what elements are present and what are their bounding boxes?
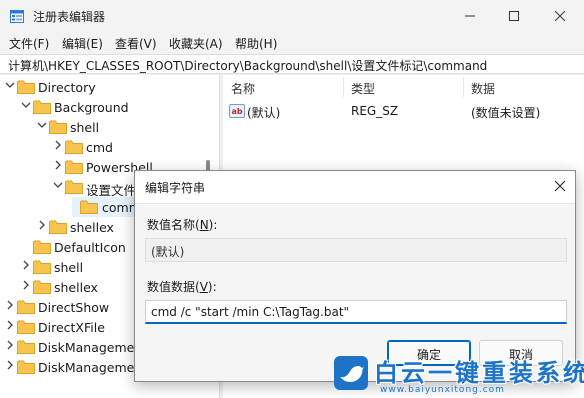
- tree-item-label: DefaultIcon: [54, 240, 126, 255]
- chevron-down-icon[interactable]: [20, 99, 32, 111]
- column-header-type[interactable]: 类型: [351, 75, 375, 99]
- chevron-right-icon[interactable]: [20, 279, 32, 291]
- tree-item-label: shellex: [54, 280, 98, 295]
- address-path[interactable]: 计算机\HKEY_CLASSES_ROOT\Directory\Backgrou…: [8, 57, 487, 74]
- menu-edit[interactable]: 编辑(E): [62, 35, 103, 52]
- folder-icon: [17, 300, 35, 314]
- close-icon[interactable]: [553, 179, 567, 193]
- column-header-data[interactable]: 数据: [471, 75, 495, 99]
- dialog-title: 编辑字符串: [145, 181, 206, 195]
- folder-icon: [65, 180, 83, 194]
- tree-item-label: shell: [70, 120, 100, 135]
- watermark: 白云一键重装系统 www.baiyunxitong.com: [330, 352, 584, 398]
- folder-icon: [17, 360, 35, 374]
- folder-icon: [49, 120, 67, 134]
- chevron-right-icon[interactable]: [4, 359, 16, 371]
- folder-icon: [17, 320, 35, 334]
- registry-app-icon: [10, 10, 24, 23]
- tree-item-label: DiskManagemen: [38, 360, 143, 375]
- chevron-right-icon[interactable]: [4, 299, 16, 311]
- tree-item-label: shellex: [70, 220, 114, 235]
- tree-item-label: shell: [54, 260, 84, 275]
- watermark-title: 白云一键重装系统: [374, 359, 584, 387]
- tree-item-label: cmd: [86, 140, 113, 155]
- watermark-url: www.baiyunxitong.com: [380, 385, 505, 395]
- folder-icon: [49, 220, 67, 234]
- folder-icon: [17, 80, 35, 94]
- menu-favorites[interactable]: 收藏夹(A): [169, 35, 223, 52]
- menu-view[interactable]: 查看(V): [115, 35, 157, 52]
- tree-item-label: DiskManagemen: [38, 340, 143, 355]
- folder-icon: [65, 140, 83, 154]
- chevron-right-icon[interactable]: [52, 159, 64, 171]
- folder-icon: [65, 160, 83, 174]
- chevron-down-icon[interactable]: [36, 119, 48, 131]
- folder-icon: [33, 240, 51, 254]
- value-name-label: 数值名称(N):: [147, 218, 218, 232]
- tree-item-directory[interactable]: Directory: [0, 77, 219, 97]
- tree-item-label: DirectXFile: [38, 320, 105, 335]
- value-data-label: 数值数据(V):: [147, 280, 217, 294]
- title-bar[interactable]: 注册表编辑器: [0, 0, 584, 32]
- svg-text:ab: ab: [232, 107, 243, 116]
- folder-icon: [33, 280, 51, 294]
- minimize-icon: [465, 15, 475, 17]
- value-data: (数值未设置): [471, 106, 541, 120]
- chevron-right-icon[interactable]: [36, 219, 48, 231]
- tree-item-cmd[interactable]: cmd: [0, 137, 219, 157]
- value-data-input[interactable]: cmd /c "start /min C:\TagTag.bat": [145, 300, 567, 324]
- maximize-icon: [509, 11, 519, 21]
- menu-bar: 文件(F) 编辑(E) 查看(V) 收藏夹(A) 帮助(H): [0, 32, 584, 54]
- tree-item-label: Directory: [38, 80, 96, 95]
- value-name-field: (默认): [145, 238, 567, 262]
- value-type: REG_SZ: [351, 104, 399, 118]
- close-icon: [555, 11, 565, 21]
- bird-logo-icon: [334, 356, 368, 390]
- chevron-right-icon[interactable]: [20, 259, 32, 271]
- maximize-button[interactable]: [492, 0, 536, 32]
- column-divider[interactable]: [463, 77, 464, 97]
- tree-item-label: DirectShow: [38, 300, 110, 315]
- value-row[interactable]: ab (默认) REG_SZ (数值未设置): [223, 101, 584, 121]
- tree-item-label: Background: [54, 100, 129, 115]
- column-header-name[interactable]: 名称: [231, 75, 255, 99]
- chevron-right-icon[interactable]: [4, 339, 16, 351]
- folder-icon: [17, 340, 35, 354]
- string-value-icon: ab: [229, 104, 245, 118]
- chevron-down-icon[interactable]: [4, 79, 16, 91]
- window-title: 注册表编辑器: [33, 10, 106, 24]
- menu-help[interactable]: 帮助(H): [235, 35, 277, 52]
- menu-file[interactable]: 文件(F): [9, 35, 49, 52]
- folder-icon: [33, 260, 51, 274]
- chevron-right-icon[interactable]: [52, 139, 64, 151]
- chevron-down-icon[interactable]: [52, 179, 64, 191]
- chevron-right-icon[interactable]: [4, 319, 16, 331]
- tree-item-background[interactable]: Background: [0, 97, 219, 117]
- folder-icon: [33, 100, 51, 114]
- edit-string-dialog: 编辑字符串 数值名称(N): (默认) 数值数据(V): cmd /c "sta…: [134, 170, 576, 382]
- folder-icon: [80, 200, 98, 214]
- column-divider[interactable]: [343, 77, 344, 97]
- value-name: (默认): [247, 106, 281, 120]
- close-window-button[interactable]: [538, 0, 582, 32]
- tree-item-shell[interactable]: shell: [0, 117, 219, 137]
- address-bar[interactable]: 计算机\HKEY_CLASSES_ROOT\Directory\Backgrou…: [0, 54, 584, 74]
- minimize-button[interactable]: [448, 0, 492, 32]
